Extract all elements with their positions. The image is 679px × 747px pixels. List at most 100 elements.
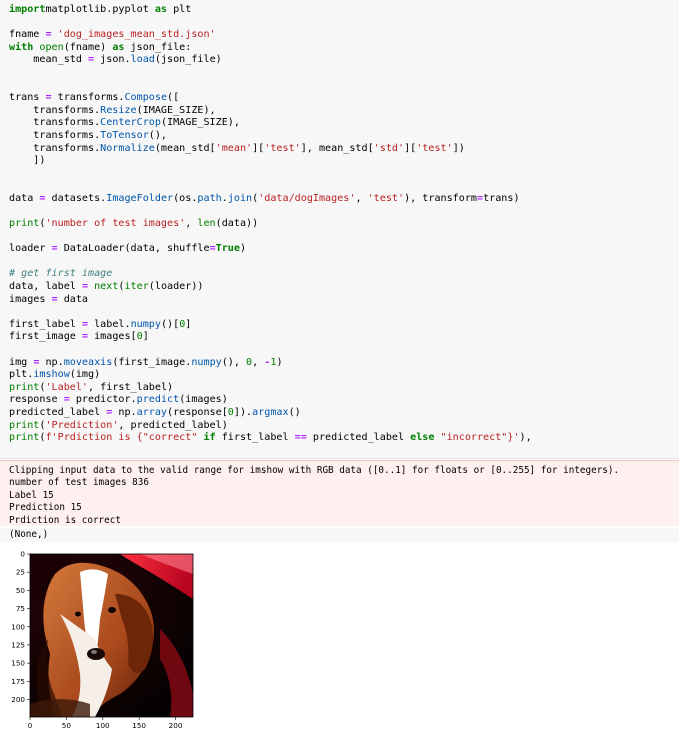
- code-token: imshow: [33, 369, 70, 381]
- code-token: ], mean_std[: [300, 142, 374, 154]
- code-token: (),: [221, 356, 247, 368]
- code-token: print: [9, 432, 40, 444]
- y-tick-label: 100: [11, 622, 25, 631]
- code-token: 'Label': [45, 381, 89, 393]
- dog-image: [30, 554, 193, 717]
- code-token: predicted_label: [9, 407, 107, 418]
- code-token: ,: [355, 192, 368, 204]
- x-tick-label: 150: [132, 721, 146, 730]
- code-token: open: [39, 41, 64, 53]
- y-tick-label: 150: [11, 659, 25, 668]
- code-line: importmatplotlib.pyplot as plt: [9, 4, 191, 15]
- y-tick-label: 75: [16, 604, 25, 613]
- code-token: predictor.: [69, 394, 137, 406]
- code-token: (first_image.: [112, 356, 192, 368]
- code-line: images = data: [9, 294, 88, 305]
- code-token: (IMAGE_SIZE),: [136, 104, 216, 116]
- code-token: transforms.: [9, 129, 101, 141]
- code-token: mean_std: [9, 54, 89, 66]
- code-token: predicted_label: [306, 432, 411, 444]
- code-token: Resize: [100, 104, 137, 116]
- code-line: data = datasets.ImageFolder(os.path.join…: [9, 193, 520, 204]
- y-tick-label: 125: [11, 640, 25, 649]
- code-line: print('number of test images', len(data)…: [9, 218, 258, 229]
- code-token: np.: [112, 407, 137, 418]
- code-token: True: [215, 243, 240, 255]
- x-tick-label: 50: [62, 721, 72, 730]
- code-token: data, label: [9, 281, 82, 293]
- code-token: 'test': [367, 192, 405, 204]
- code-token: json.: [94, 54, 131, 66]
- x-tick-label: 0: [28, 721, 33, 730]
- code-token: transforms.: [9, 104, 101, 116]
- code-line: mean_std = json.load(json_file): [9, 54, 221, 66]
- code-line: first_image = images[0]: [9, 331, 149, 342]
- code-token: as: [154, 4, 168, 15]
- code-token: ,: [185, 218, 198, 230]
- x-tick-label: 200: [169, 721, 183, 730]
- code-token: Normalize: [100, 142, 155, 154]
- code-token: (mean_std[: [154, 142, 216, 154]
- code-token: response: [9, 394, 64, 406]
- code-line: first_label = label.numpy()[0]: [9, 319, 191, 330]
- code-line: trans = transforms.Compose([: [9, 92, 179, 103]
- code-token: 'test': [416, 142, 453, 154]
- code-token: json_file:: [124, 41, 192, 53]
- code-token: matplotlib.pyplot: [45, 4, 155, 15]
- code-token: DataLoader(data, shuffle: [57, 243, 210, 255]
- code-token: ), transform: [404, 192, 477, 204]
- code-token: ): [276, 356, 283, 368]
- code-token: predict: [136, 394, 180, 406]
- code-token: 'std': [373, 142, 405, 154]
- y-tick-label: 0: [20, 550, 25, 559]
- code-token: (fname): [63, 41, 113, 53]
- code-token: CenterCrop: [100, 117, 161, 129]
- code-cell-input[interactable]: importmatplotlib.pyplot as plt fname = '…: [0, 0, 679, 459]
- code-token: import: [9, 4, 46, 15]
- code-token: ),: [519, 432, 532, 444]
- code-token: f'Prdiction is {: [45, 432, 143, 444]
- code-line: with open(fname) as json_file:: [9, 42, 191, 53]
- code-token: , predicted_label): [118, 419, 228, 431]
- code-editor[interactable]: importmatplotlib.pyplot as plt fname = '…: [9, 4, 532, 445]
- code-token: print: [9, 218, 40, 230]
- code-token: "incorrect": [440, 432, 508, 444]
- code-token: load: [130, 54, 155, 66]
- execute-result-text: (None,): [9, 529, 49, 540]
- x-tick-label: 100: [96, 721, 110, 730]
- code-token: (response[: [167, 407, 228, 418]
- code-token: moveaxis: [63, 356, 113, 368]
- code-token: print: [9, 381, 40, 393]
- code-token: (images): [179, 394, 228, 406]
- code-token: ]: [142, 331, 149, 343]
- code-token: trans: [9, 92, 46, 104]
- code-token: next: [94, 281, 119, 293]
- y-axis: 0 25 50 75 100 125 150 175 200: [11, 550, 30, 704]
- stderr-line: Label 15: [9, 489, 54, 501]
- code-token: 'number of test images': [45, 218, 186, 230]
- code-line: # get first image: [9, 268, 112, 279]
- code-token: first_label: [215, 432, 295, 444]
- stderr-output: Clipping input data to the valid range f…: [0, 460, 679, 526]
- code-token: data: [57, 293, 89, 305]
- code-token: plt.: [9, 369, 34, 381]
- code-line: print('Prediction', predicted_label): [9, 420, 228, 431]
- code-token: numpy: [130, 318, 161, 330]
- code-token: (os.: [173, 192, 198, 204]
- code-token: path: [197, 192, 222, 204]
- code-token: ): [239, 243, 247, 255]
- code-token: img: [9, 356, 34, 368]
- y-tick-label: 50: [16, 586, 26, 595]
- code-token: datasets.: [45, 192, 107, 204]
- code-token: transforms.: [51, 92, 125, 104]
- code-line: print('Label', first_label): [9, 382, 173, 393]
- x-axis: 0 50 100 150 200: [28, 717, 183, 730]
- code-token: with: [9, 41, 34, 53]
- code-line: img = np.moveaxis(first_image.numpy(), 0…: [9, 357, 283, 368]
- code-token: (),: [148, 129, 168, 141]
- code-token: array: [136, 407, 168, 418]
- execute-result-output: (None,): [0, 528, 679, 542]
- code-token: len: [197, 218, 216, 230]
- code-token: (data)): [215, 218, 259, 230]
- code-token: Compose: [124, 92, 168, 104]
